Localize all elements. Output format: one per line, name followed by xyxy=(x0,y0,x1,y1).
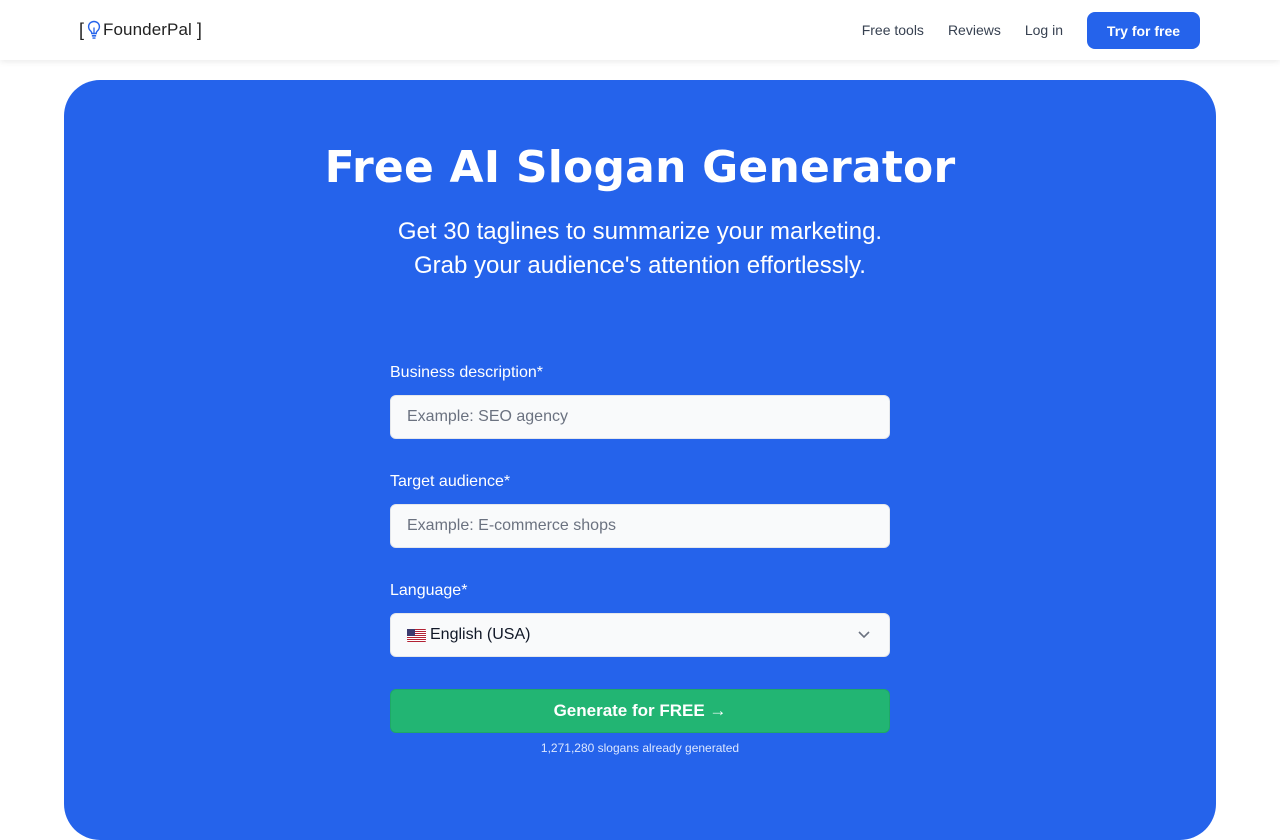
target-audience-input[interactable] xyxy=(390,504,890,548)
nav-free-tools[interactable]: Free tools xyxy=(862,12,924,49)
us-flag-icon xyxy=(407,628,426,642)
site-header: [ FounderPal ] Free tools Reviews Log in… xyxy=(0,0,1280,60)
logo-text: FounderPal xyxy=(103,20,192,39)
page-title: Free AI Slogan Generator xyxy=(324,142,956,193)
nav-reviews[interactable]: Reviews xyxy=(948,12,1001,49)
subtitle-line-2: Grab your audience's attention effortles… xyxy=(414,252,866,279)
slogan-form: Business description* Target audience* L… xyxy=(390,362,890,755)
try-for-free-button[interactable]: Try for free xyxy=(1087,12,1200,49)
logo-bracket-left: [ xyxy=(79,20,85,40)
page-subtitle: Get 30 taglines to summarize your market… xyxy=(64,215,1216,283)
language-select[interactable]: English (USA) xyxy=(390,613,890,657)
target-audience-label: Target audience* xyxy=(390,473,511,490)
main-nav: Free tools Reviews Log in Try for free xyxy=(862,12,1200,49)
nav-log-in[interactable]: Log in xyxy=(1025,12,1063,49)
slogans-generated-counter: 1,271,280 slogans already generated xyxy=(540,741,740,755)
language-selected-value: English (USA) xyxy=(430,626,531,643)
hero-section: Free AI Slogan Generator Get 30 taglines… xyxy=(64,80,1216,840)
business-description-input[interactable] xyxy=(390,395,890,439)
language-label: Language* xyxy=(390,582,468,599)
lightbulb-icon xyxy=(87,20,101,39)
generate-button[interactable]: Generate for FREE → xyxy=(390,689,890,733)
chevron-down-icon xyxy=(858,631,870,639)
subtitle-line-1: Get 30 taglines to summarize your market… xyxy=(397,218,883,245)
founderpal-logo[interactable]: [ FounderPal ] xyxy=(79,19,202,41)
logo-bracket-right: ] xyxy=(191,20,202,40)
business-description-label: Business description* xyxy=(390,364,543,381)
